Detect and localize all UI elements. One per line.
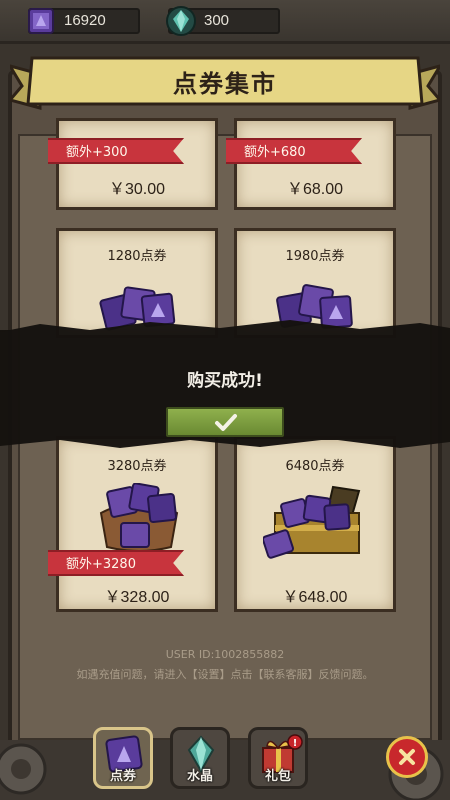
- tab-coupon-label: 点券: [109, 769, 136, 784]
- coupon-bag-icon: [99, 483, 179, 552]
- close-button[interactable]: [386, 736, 428, 778]
- bonus-ribbon: 额外+300: [48, 138, 184, 164]
- help-text: 如遇充值问题，请进入【设置】点击【联系客服】反馈问题。: [76, 668, 374, 681]
- page-title: 点券集市: [173, 70, 277, 98]
- product-name: 1280点券: [107, 249, 167, 264]
- currency-bar: 16920 300: [0, 0, 450, 44]
- crystal-balance: 300: [166, 6, 280, 36]
- bonus-ribbon: 额外+680: [226, 138, 362, 164]
- product-card[interactable]: ￥68.00: [234, 118, 396, 210]
- tab-gift[interactable]: ! 礼包: [248, 727, 308, 789]
- product-price: ￥328.00: [104, 589, 170, 606]
- product-card[interactable]: 3280点券 ￥328.00: [56, 436, 218, 612]
- product-card[interactable]: ￥30.00: [56, 118, 218, 210]
- product-price: ￥648.00: [282, 589, 348, 606]
- product-name: 6480点券: [285, 459, 345, 474]
- tab-coupon[interactable]: 点券: [93, 727, 153, 789]
- product-name: 1980点券: [285, 249, 345, 264]
- user-id: USER ID:1002855882: [165, 648, 285, 661]
- product-price: ￥68.00: [286, 181, 344, 198]
- confirm-button[interactable]: [166, 407, 284, 437]
- teal-crystal-icon: [166, 6, 196, 36]
- close-icon: [399, 749, 415, 765]
- svg-text:!: !: [293, 738, 298, 749]
- tab-crystal-label: 水晶: [186, 769, 213, 784]
- gear-decoration-icon: [0, 743, 47, 795]
- product-card[interactable]: 6480点券 ￥648.00: [234, 436, 396, 612]
- coupon-balance: 16920: [28, 8, 140, 34]
- success-message: 购买成功!: [187, 371, 263, 391]
- purple-coupon-icon: [28, 8, 54, 34]
- tab-gift-label: 礼包: [264, 769, 291, 784]
- product-price: ￥30.00: [108, 181, 166, 198]
- coupon-balance-value: 16920: [64, 12, 106, 29]
- product-name: 3280点券: [107, 459, 167, 474]
- tab-crystal[interactable]: 水晶: [170, 727, 230, 789]
- crystal-balance-value: 300: [204, 12, 230, 29]
- coupon-chest-icon: [263, 485, 361, 559]
- bonus-ribbon: 额外+3280: [48, 550, 184, 576]
- checkmark-icon: [215, 414, 237, 431]
